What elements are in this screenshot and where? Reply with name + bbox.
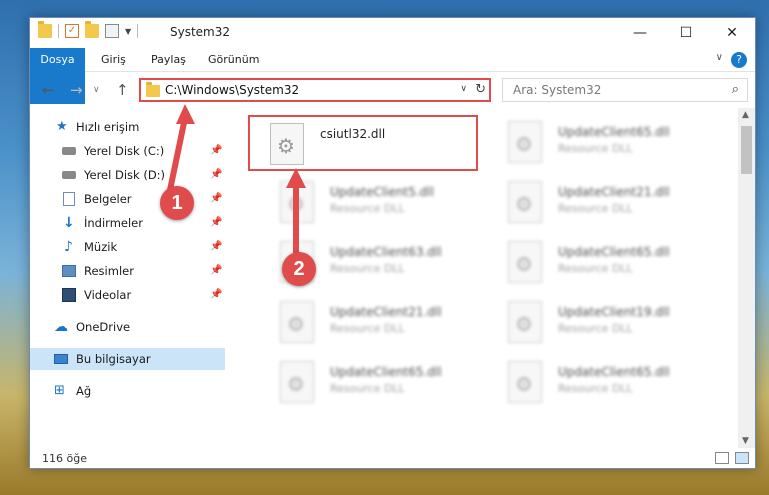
arrowhead <box>286 168 306 188</box>
step-badge-2: 2 <box>282 252 316 286</box>
callout-arrows <box>167 104 306 255</box>
arrow-to-address-bar <box>167 115 188 193</box>
step-badge-1: 1 <box>160 186 194 220</box>
arrowhead <box>176 104 195 124</box>
